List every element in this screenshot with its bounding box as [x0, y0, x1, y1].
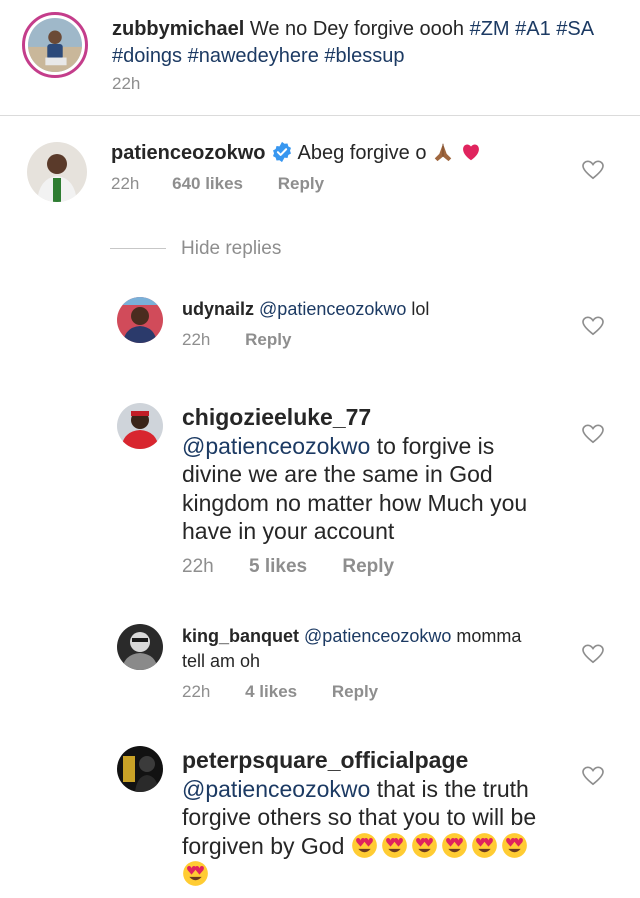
reply-text-line2: tell am oh: [182, 651, 261, 671]
folded-hands-emoji-icon: [432, 141, 454, 163]
comment-avatar[interactable]: [27, 142, 87, 202]
reply-text: lol: [411, 299, 430, 319]
reply-body-peterpsquare: peterpsquare_officialpage @patienceozokw…: [182, 746, 602, 889]
reply-username[interactable]: peterpsquare_officialpage: [182, 747, 468, 773]
reply-body-chigozieeluke: chigozieeluke_77 @patienceozokwo to forg…: [182, 403, 582, 546]
reply-body-udynailz: udynailz @patienceozokwo lol: [182, 297, 429, 321]
verified-badge-icon: [271, 141, 293, 163]
heart-eyes-emoji-icon: [501, 832, 528, 859]
red-heart-emoji-icon: [460, 141, 482, 163]
reply-meta-chigozieeluke: 22h 5 likes Reply: [182, 556, 394, 578]
heart-icon[interactable]: [582, 160, 604, 180]
heart-eyes-emoji-icon: [471, 832, 498, 859]
reply-text-line1: momma: [456, 626, 522, 646]
reply-text-line2: forgive others so that you to will be: [182, 804, 537, 830]
reply-meta-king-banquet: 22h 4 likes Reply: [182, 682, 378, 702]
caption-username[interactable]: zubbymichael: [112, 18, 244, 40]
heart-icon[interactable]: [582, 424, 604, 444]
comment-body: patienceozokwo Abeg forgive o: [111, 140, 571, 167]
reply-avatar-udynailz[interactable]: [117, 297, 163, 343]
heart-eyes-emoji-icon: [351, 832, 378, 859]
heart-eyes-emoji-icon: [381, 832, 408, 859]
reply-text-line4: have in your account: [182, 518, 395, 544]
comment-likes[interactable]: 640 likes: [172, 174, 243, 193]
reply-text-line1: to forgive is: [376, 432, 495, 459]
heart-icon[interactable]: [582, 644, 604, 664]
reply-username[interactable]: udynailz: [182, 299, 254, 319]
reply-mention[interactable]: @patienceozokwo: [182, 433, 370, 459]
heart-eyes-emoji-icon: [411, 832, 438, 859]
heart-icon[interactable]: [582, 766, 604, 786]
caption-hashtags-2[interactable]: #doings #nawedeyhere #blessup: [112, 45, 404, 67]
caption-time: 22h: [112, 74, 141, 93]
caption-text: zubbymichael We no Dey forgive oooh #ZM …: [112, 16, 622, 70]
reply-time: 22h: [182, 330, 211, 349]
comment-username[interactable]: patienceozokwo: [111, 142, 265, 164]
reply-mention[interactable]: @patienceozokwo: [182, 776, 370, 802]
reply-mention[interactable]: @patienceozokwo: [259, 299, 406, 319]
reply-reply-button[interactable]: Reply: [245, 330, 291, 349]
reply-avatar-king-banquet[interactable]: [117, 624, 163, 670]
heart-eyes-emoji-icon: [441, 832, 468, 859]
caption-avatar[interactable]: [22, 12, 88, 78]
reply-time: 22h: [182, 556, 214, 577]
reply-text-line2: divine we are the same in God: [182, 461, 493, 487]
comment-text: Abeg forgive o: [297, 142, 427, 164]
reply-username[interactable]: chigozieeluke_77: [182, 404, 371, 430]
heart-eyes-emoji-icon: [182, 860, 209, 887]
hide-replies-line: [110, 248, 166, 249]
reply-reply-button[interactable]: Reply: [342, 556, 394, 577]
reply-time: 22h: [182, 682, 211, 701]
reply-mention[interactable]: @patienceozokwo: [304, 626, 451, 646]
comment-reply-button[interactable]: Reply: [278, 174, 324, 193]
reply-text-line3: forgiven by God: [182, 832, 345, 859]
hide-replies-button[interactable]: Hide replies: [181, 238, 281, 260]
reply-likes[interactable]: 5 likes: [249, 556, 307, 577]
reply-text-line3: kingdom no matter how Much you: [182, 489, 528, 516]
caption-divider: [0, 115, 640, 116]
reply-reply-button[interactable]: Reply: [332, 682, 378, 701]
comment-meta: 22h 640 likes Reply: [111, 174, 324, 194]
reply-avatar-peterpsquare[interactable]: [117, 746, 163, 792]
reply-body-king-banquet: king_banquet @patienceozokwo momma tell …: [182, 624, 582, 674]
reply-text-line1: that is the truth: [376, 775, 529, 802]
comment-time: 22h: [111, 174, 140, 193]
heart-icon[interactable]: [582, 316, 604, 336]
caption-hashtags-1[interactable]: #ZM #A1 #SA: [470, 18, 595, 40]
caption-message: We no Dey forgive oooh: [249, 18, 465, 40]
reply-avatar-chigozieeluke[interactable]: [117, 403, 163, 449]
reply-likes[interactable]: 4 likes: [245, 682, 297, 701]
reply-username[interactable]: king_banquet: [182, 626, 299, 646]
reply-meta-udynailz: 22h Reply: [182, 330, 291, 350]
